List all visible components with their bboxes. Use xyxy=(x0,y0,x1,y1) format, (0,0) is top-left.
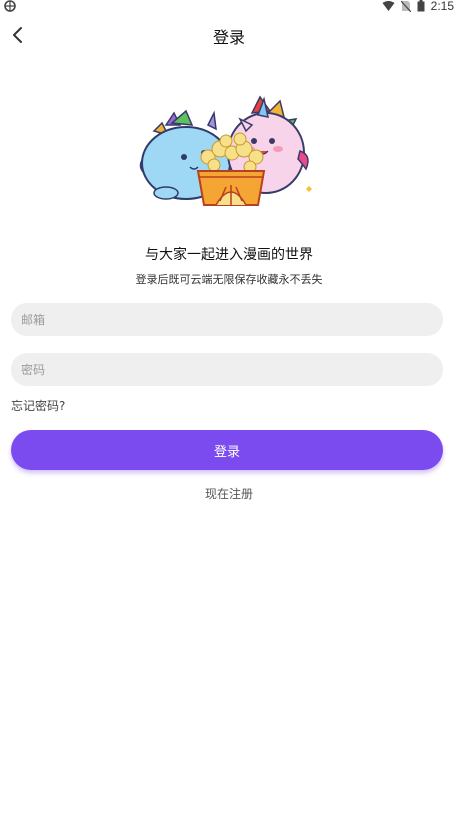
page-title: 登录 xyxy=(212,28,245,47)
forgot-password-link[interactable]: 忘记密码? xyxy=(11,397,65,414)
status-time: 2:15 xyxy=(430,0,454,13)
app-notification-icon xyxy=(4,0,16,12)
wifi-icon xyxy=(382,0,395,11)
headline: 与大家一起进入漫画的世界 xyxy=(145,247,313,263)
status-indicators: 2:15 xyxy=(382,0,454,13)
login-page: 2:15 登录 与大家一起进入漫画的世界 登录后既可云端无限保存收藏永不丢失 邮… xyxy=(0,0,458,820)
header: 登录 xyxy=(0,18,458,52)
no-sim-icon xyxy=(400,0,411,12)
battery-icon xyxy=(417,0,425,12)
login-button[interactable]: 登录 xyxy=(11,430,443,470)
unicorns-popcorn-illustration xyxy=(139,95,312,206)
email-field[interactable] xyxy=(11,303,443,336)
register-link[interactable]: 现在注册 xyxy=(0,485,458,502)
status-bar: 2:15 xyxy=(0,0,458,13)
password-field[interactable] xyxy=(11,353,443,386)
subline: 登录后既可云端无限保存收藏永不丢失 xyxy=(135,273,323,286)
